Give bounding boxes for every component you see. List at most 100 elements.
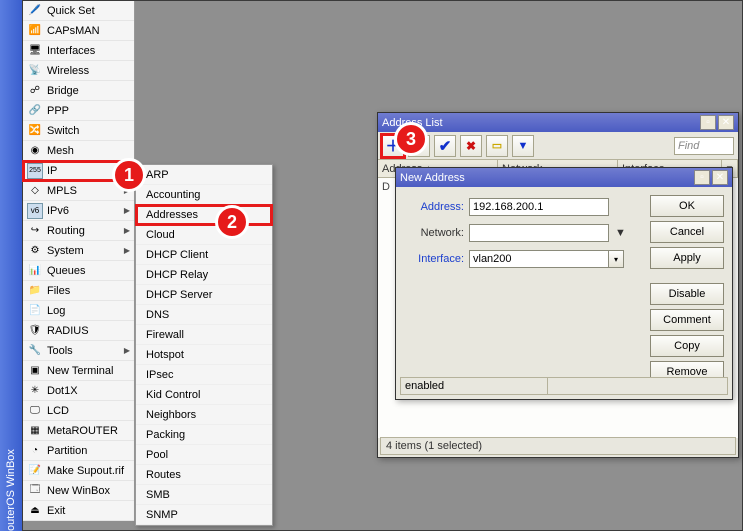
- chevron-right-icon: ▶: [124, 206, 130, 215]
- submenu-dns[interactable]: DNS: [136, 305, 272, 325]
- queues-icon: 📊: [27, 263, 43, 279]
- main-sidebar: 🖊️Quick Set 📶CAPsMAN 🖥Interfaces 📡Wirele…: [23, 1, 135, 521]
- sidebar-item-exit[interactable]: ⏏Exit: [23, 501, 134, 521]
- submenu-dhcp-client[interactable]: DHCP Client: [136, 245, 272, 265]
- sidebar-item-mesh[interactable]: ◉Mesh: [23, 141, 134, 161]
- submenu-cloud[interactable]: Cloud: [136, 225, 272, 245]
- sidebar-item-tools[interactable]: 🔧Tools▶: [23, 341, 134, 361]
- interfaces-icon: 🖥: [27, 43, 43, 59]
- apply-button[interactable]: Apply: [650, 247, 724, 269]
- sidebar-item-newwinbox[interactable]: 🗔New WinBox: [23, 481, 134, 501]
- sidebar-item-ppp[interactable]: 🔗PPP: [23, 101, 134, 121]
- sidebar-item-label: System: [47, 245, 84, 257]
- submenu-neighbors[interactable]: Neighbors: [136, 405, 272, 425]
- submenu-dhcp-server[interactable]: DHCP Server: [136, 285, 272, 305]
- sidebar-item-dot1x[interactable]: ✳ Dot1X: [23, 381, 134, 401]
- submenu-label: Kid Control: [146, 389, 200, 401]
- comment-button[interactable]: Comment: [650, 309, 724, 331]
- sidebar-item-quickset[interactable]: 🖊️Quick Set: [23, 1, 134, 21]
- sidebar-item-label: MetaROUTER: [47, 425, 118, 437]
- submenu-accounting[interactable]: Accounting: [136, 185, 272, 205]
- submenu-label: Cloud: [146, 229, 175, 241]
- sidebar-item-label: Wireless: [47, 65, 89, 77]
- dropdown-button[interactable]: ▾: [609, 250, 624, 268]
- sidebar-item-queues[interactable]: 📊 Queues: [23, 261, 134, 281]
- ip-icon: 255: [27, 163, 43, 179]
- sidebar-item-terminal[interactable]: ▣New Terminal: [23, 361, 134, 381]
- submenu-packing[interactable]: Packing: [136, 425, 272, 445]
- ok-button[interactable]: OK: [650, 195, 724, 217]
- dialog-button-column: OK Cancel Apply Disable Comment Copy Rem…: [650, 195, 724, 383]
- submenu-label: Accounting: [146, 189, 200, 201]
- sidebar-item-label: Queues: [47, 265, 86, 277]
- sidebar-item-label: CAPsMAN: [47, 25, 100, 37]
- close-button[interactable]: ✕: [712, 170, 728, 185]
- submenu-label: Firewall: [146, 329, 184, 341]
- submenu-pool[interactable]: Pool: [136, 445, 272, 465]
- submenu-label: SNMP: [146, 509, 178, 521]
- ppp-icon: 🔗: [27, 103, 43, 119]
- submenu-kid[interactable]: Kid Control: [136, 385, 272, 405]
- sidebar-item-lcd[interactable]: 🖵LCD: [23, 401, 134, 421]
- sidebar-item-capsman[interactable]: 📶CAPsMAN: [23, 21, 134, 41]
- submenu-smb[interactable]: SMB: [136, 485, 272, 505]
- submenu-snmp[interactable]: SNMP: [136, 505, 272, 525]
- disable-button[interactable]: ✖: [460, 135, 482, 157]
- sidebar-item-routing[interactable]: ↪Routing▶: [23, 221, 134, 241]
- submenu-label: ARP: [146, 169, 169, 181]
- sidebar-item-label: Tools: [47, 345, 73, 357]
- mesh-icon: ◉: [27, 143, 43, 159]
- sidebar-item-ipv6[interactable]: v6IPv6▶: [23, 201, 134, 221]
- sidebar-item-supout[interactable]: 📝Make Supout.rif: [23, 461, 134, 481]
- submenu-label: DHCP Client: [146, 249, 208, 261]
- submenu-label: SMB: [146, 489, 170, 501]
- sidebar-item-label: Quick Set: [47, 5, 95, 17]
- sidebar-item-wireless[interactable]: 📡Wireless: [23, 61, 134, 81]
- submenu-arp[interactable]: ARP: [136, 165, 272, 185]
- enable-button[interactable]: ✔: [434, 135, 456, 157]
- supout-icon: 📝: [27, 463, 43, 479]
- sidebar-item-system[interactable]: ⚙System▶: [23, 241, 134, 261]
- sidebar-item-interfaces[interactable]: 🖥Interfaces: [23, 41, 134, 61]
- submenu-addresses[interactable]: Addresses: [136, 205, 272, 225]
- address-list-titlebar[interactable]: Address List ▫ ✕: [378, 113, 738, 132]
- sidebar-item-label: Routing: [47, 225, 85, 237]
- interface-select[interactable]: vlan200: [469, 250, 609, 268]
- submenu-hotspot[interactable]: Hotspot: [136, 345, 272, 365]
- sidebar-item-partition[interactable]: ◔Partition: [23, 441, 134, 461]
- comment-button[interactable]: ▭: [486, 135, 508, 157]
- submenu-firewall[interactable]: Firewall: [136, 325, 272, 345]
- chevron-right-icon: ▶: [124, 246, 130, 255]
- find-input[interactable]: Find: [674, 137, 734, 155]
- minimize-button[interactable]: ▫: [700, 115, 716, 130]
- sidebar-item-bridge[interactable]: ☍Bridge: [23, 81, 134, 101]
- close-button[interactable]: ✕: [718, 115, 734, 130]
- sidebar-item-log[interactable]: 📄Log: [23, 301, 134, 321]
- chevron-right-icon: ▶: [124, 346, 130, 355]
- copy-button[interactable]: Copy: [650, 335, 724, 357]
- submenu-label: Pool: [146, 449, 168, 461]
- submenu-ipsec[interactable]: IPsec: [136, 365, 272, 385]
- expand-down-icon[interactable]: ▼: [613, 224, 628, 242]
- submenu-label: Hotspot: [146, 349, 184, 361]
- sidebar-item-label: Dot1X: [47, 385, 78, 397]
- submenu-dhcp-relay[interactable]: DHCP Relay: [136, 265, 272, 285]
- radius-icon: 🛡: [27, 323, 43, 339]
- sidebar-item-label: Partition: [47, 445, 87, 457]
- bridge-icon: ☍: [27, 83, 43, 99]
- folder-icon: 📁: [27, 283, 43, 299]
- sidebar-item-radius[interactable]: 🛡RADIUS: [23, 321, 134, 341]
- log-icon: 📄: [27, 303, 43, 319]
- disable-button[interactable]: Disable: [650, 283, 724, 305]
- sidebar-item-metarouter[interactable]: ▦MetaROUTER: [23, 421, 134, 441]
- minimize-button[interactable]: ▫: [694, 170, 710, 185]
- submenu-routes[interactable]: Routes: [136, 465, 272, 485]
- new-address-titlebar[interactable]: New Address ▫ ✕: [396, 168, 732, 187]
- address-input[interactable]: 192.168.200.1: [469, 198, 609, 216]
- network-input[interactable]: [469, 224, 609, 242]
- sidebar-item-switch[interactable]: 🔀Switch: [23, 121, 134, 141]
- dot1x-icon: ✳: [27, 383, 43, 399]
- sidebar-item-files[interactable]: 📁Files: [23, 281, 134, 301]
- cancel-button[interactable]: Cancel: [650, 221, 724, 243]
- filter-button[interactable]: ▼: [512, 135, 534, 157]
